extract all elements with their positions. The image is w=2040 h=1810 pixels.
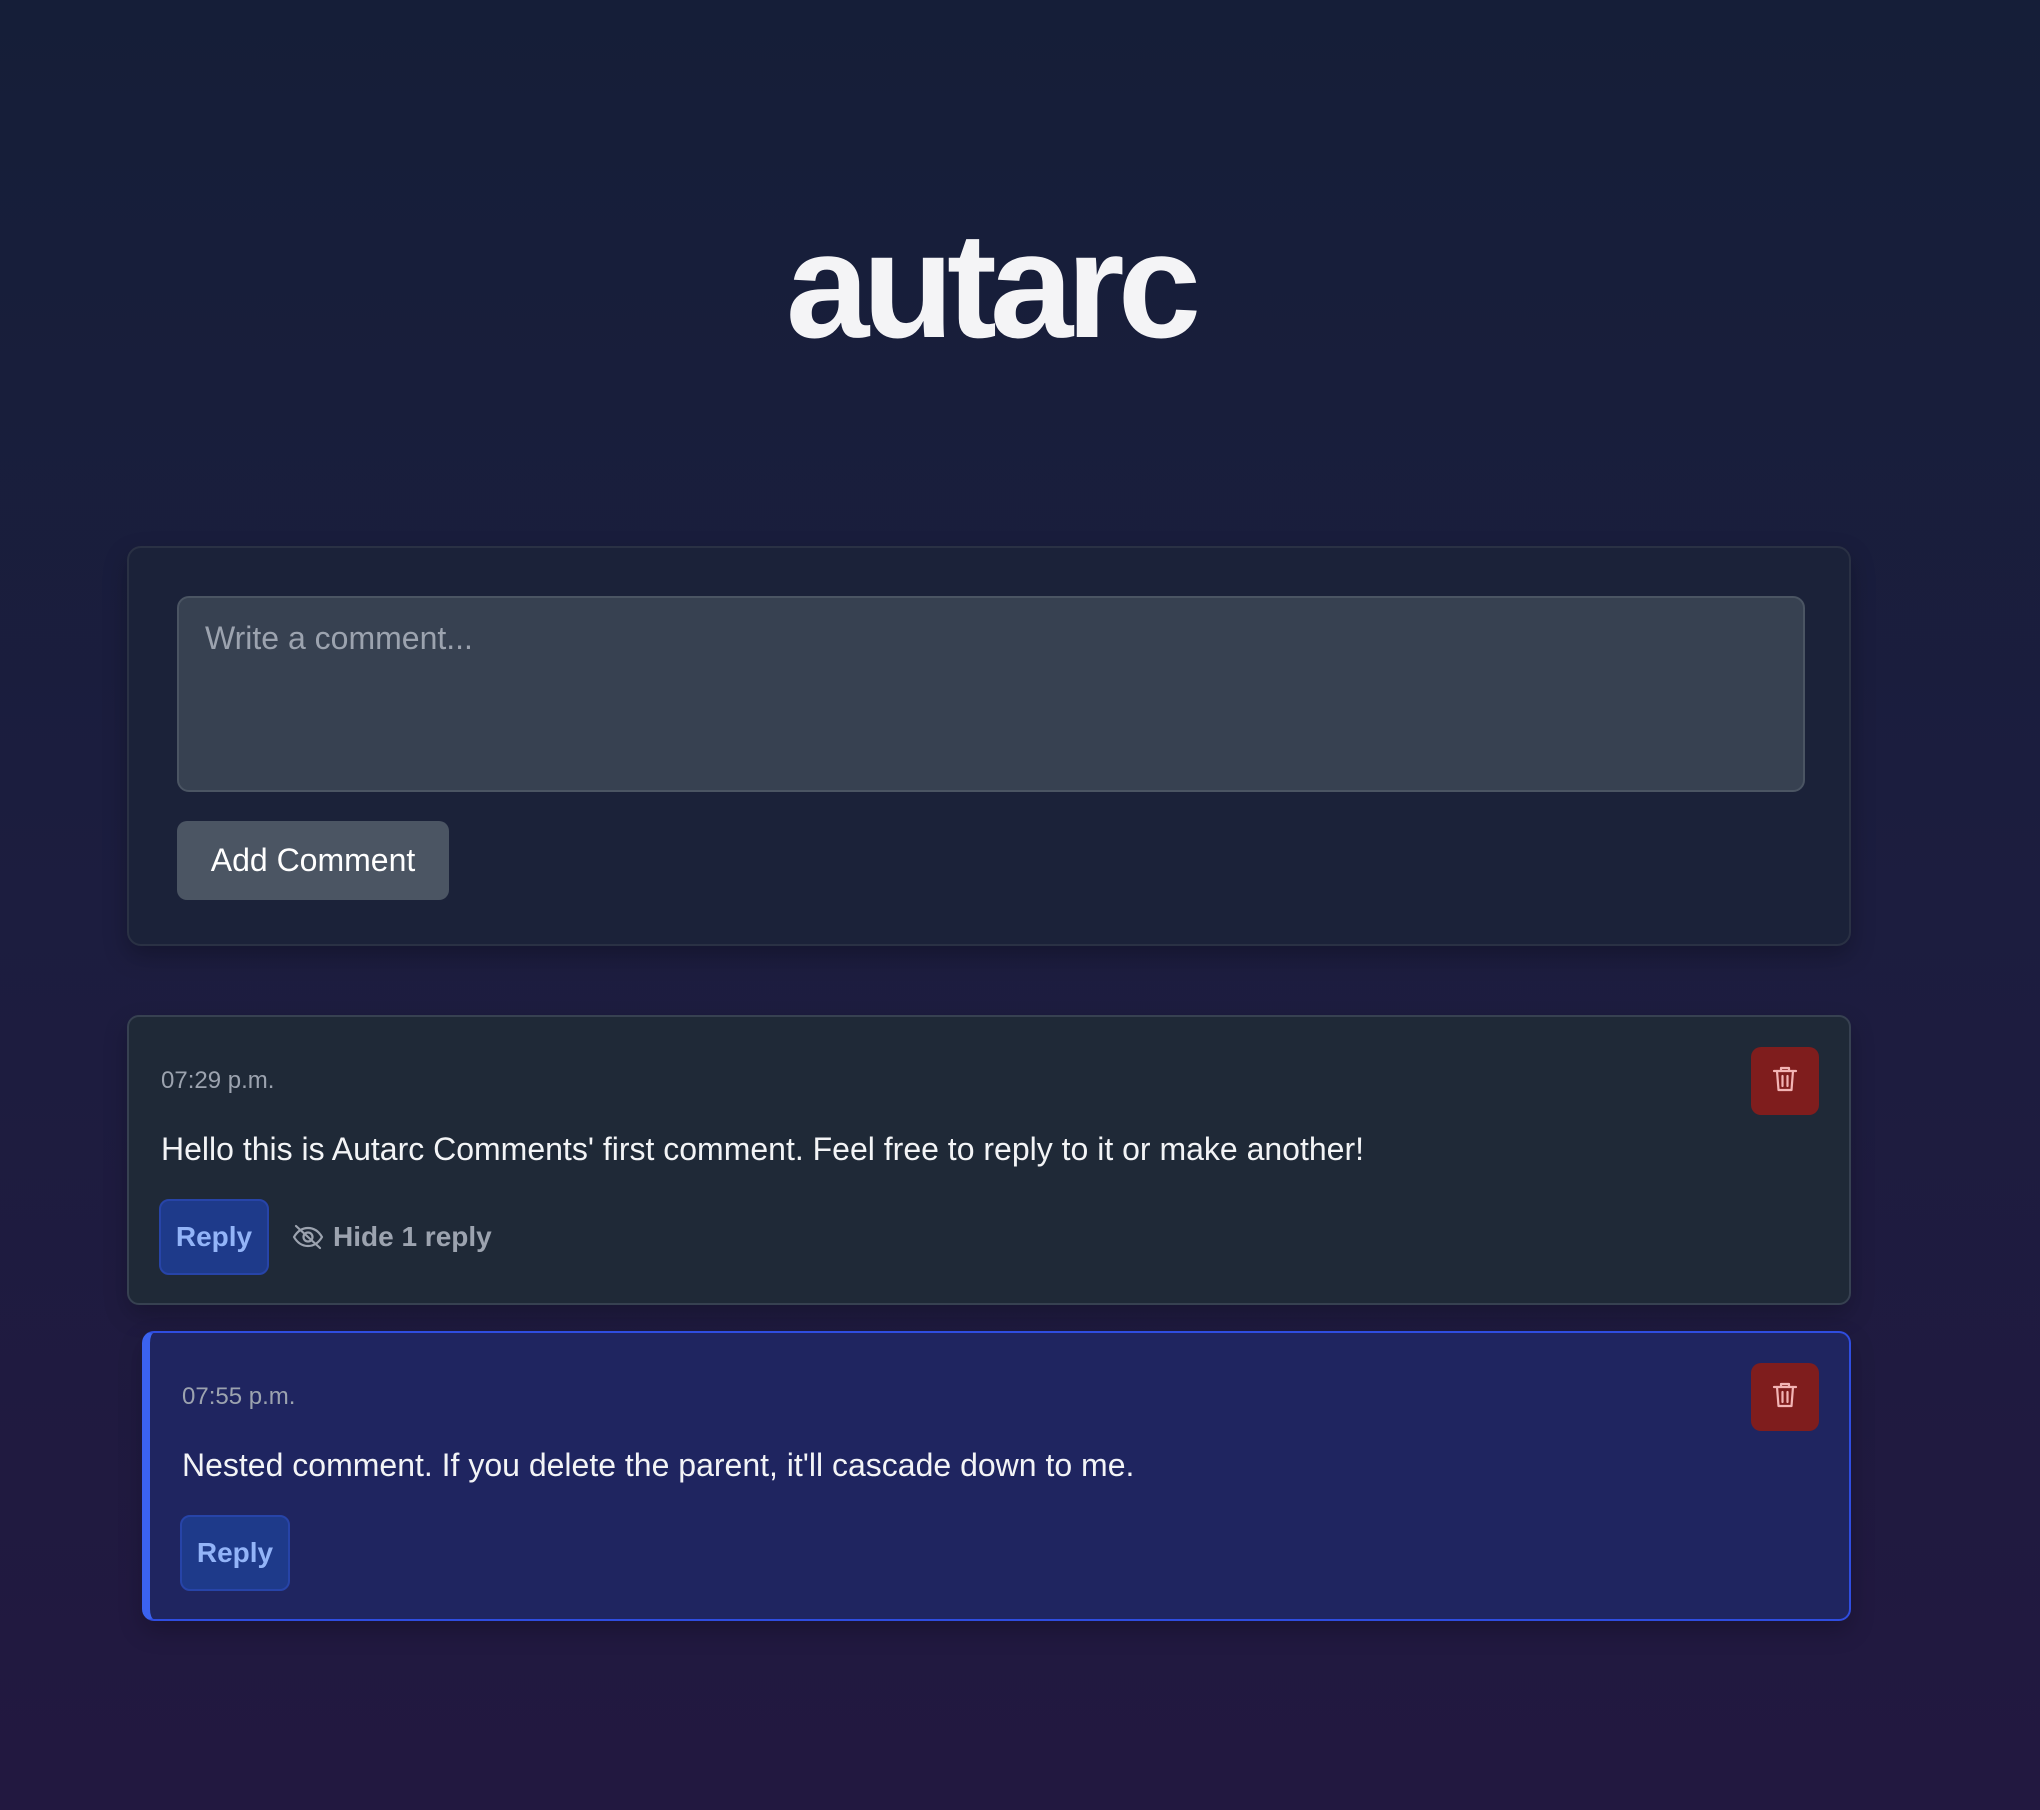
trash-icon — [1772, 1065, 1798, 1098]
eye-off-icon — [291, 1220, 325, 1254]
reply-button[interactable]: Reply — [180, 1515, 290, 1591]
delete-comment-button[interactable] — [1751, 1047, 1819, 1115]
hide-replies-toggle[interactable]: Hide 1 reply — [291, 1215, 492, 1259]
delete-comment-button[interactable] — [1751, 1363, 1819, 1431]
app-logo: autarc — [785, 201, 1201, 369]
comment-card: 07:29 p.m. Hello this is Autarc Comments… — [127, 1015, 1851, 1305]
hide-replies-label: Hide 1 reply — [333, 1221, 492, 1252]
comment-body: Hello this is Autarc Comments' first com… — [161, 1131, 1364, 1167]
reply-button[interactable]: Reply — [159, 1199, 269, 1275]
comment-input[interactable] — [177, 596, 1805, 792]
trash-icon — [1772, 1381, 1798, 1414]
comment-timestamp: 07:55 p.m. — [182, 1383, 296, 1410]
add-comment-button[interactable]: Add Comment — [177, 821, 449, 900]
comment-timestamp: 07:29 p.m. — [161, 1067, 275, 1094]
comment-composer: Add Comment — [127, 546, 1851, 946]
comment-body: Nested comment. If you delete the parent… — [182, 1447, 1135, 1483]
nested-comment-card: 07:55 p.m. Nested comment. If you delete… — [142, 1331, 1851, 1621]
